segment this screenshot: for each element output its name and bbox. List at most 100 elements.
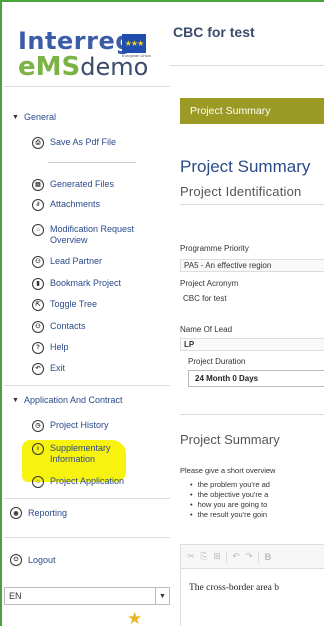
logout-label: Logout [28, 555, 56, 565]
sidebar-item-lead-partner[interactable]: ⚇ Lead Partner [32, 256, 102, 268]
redo-icon[interactable]: ↷ [245, 551, 253, 562]
lock-icon: ⌂ [32, 224, 44, 236]
editor-content[interactable]: The cross-border area b [189, 583, 279, 593]
sidebar-item-generated-files[interactable]: ▤ Generated Files [32, 179, 114, 191]
sidebar-divider [4, 537, 170, 538]
overview-bullets: the problem you're ad the objective you'… [198, 480, 270, 520]
chevron-down-icon[interactable]: ▼ [155, 588, 169, 604]
overview-instructions: Please give a short overview [180, 466, 276, 475]
header-divider [170, 65, 324, 66]
sidebar-item-exit[interactable]: ↶ Exit [32, 363, 65, 375]
reporting-icon: ◉ [10, 507, 22, 519]
section-general[interactable]: ▼ General [12, 112, 56, 122]
power-icon: ⏻ [10, 554, 22, 566]
list-item: the problem you're ad [198, 480, 270, 490]
logo-interreg-text: Interreg [18, 27, 133, 55]
sidebar-item-label: Project Application [50, 476, 125, 486]
programme-priority-field: PA5 - An effective region [180, 259, 324, 272]
sidebar-item-label: Lead Partner [50, 256, 103, 266]
toolbar-separator [226, 550, 227, 563]
page-title: CBC for test [173, 24, 255, 40]
sidebar-item-label: Bookmark Project [50, 278, 122, 288]
bookmark-icon: ▮ [32, 278, 44, 290]
sidebar-item-label: Generated Files [50, 179, 115, 189]
sidebar-item-label: Modification Request Overview [50, 224, 135, 245]
copy-icon[interactable]: ⎘ [200, 551, 208, 562]
sidebar-divider [4, 498, 170, 499]
project-duration-label: Project Duration [188, 357, 246, 366]
printer-icon: ⎙ [32, 137, 44, 149]
info-icon: ı [32, 443, 44, 455]
sidebar: Interreg ★★★ European Union eMSdemo ▼ Ge… [2, 2, 170, 626]
person-icon: ⚇ [32, 256, 44, 268]
sidebar-item-toggle-tree[interactable]: ⇱ Toggle Tree [32, 299, 97, 311]
toolbar-separator [258, 550, 259, 563]
triangle-down-icon: ▼ [12, 113, 19, 121]
exit-icon: ↶ [32, 363, 44, 375]
sidebar-divider [4, 86, 170, 87]
name-of-lead-field: LP [180, 338, 324, 351]
section-heading: Project Summary [180, 157, 311, 176]
sidebar-divider [4, 385, 170, 386]
sidebar-item-label: Reporting [28, 508, 68, 518]
star-icon: ★ [127, 609, 143, 626]
project-acronym-label: Project Acronym [180, 279, 239, 288]
project-summary-button[interactable]: Project Summary [180, 98, 324, 124]
sidebar-item-help[interactable]: ? Help [32, 342, 69, 354]
sidebar-item-contacts[interactable]: ⚇ Contacts [32, 321, 86, 333]
programme-priority-label: Programme Priority [180, 244, 249, 253]
project-summary-heading: Project Summary [180, 432, 280, 447]
ems-logo[interactable]: Interreg ★★★ European Union eMSdemo [18, 27, 151, 80]
list-item: how you are going to [198, 500, 270, 510]
sidebar-item-label: Contacts [50, 321, 86, 331]
project-duration-field: 24 Month 0 Days [188, 370, 324, 387]
cut-icon[interactable]: ✂ [187, 551, 195, 562]
logo-ems-word: eMS [18, 52, 81, 82]
logo-ems-text: eMSdemo [18, 54, 148, 84]
sidebar-item-project-history[interactable]: ◷ Project History [32, 420, 109, 432]
language-select[interactable]: EN ▼ [4, 587, 170, 605]
eu-flag-icon: ★★★ [122, 34, 146, 53]
language-select-value: EN [9, 591, 22, 601]
folder-icon: ▤ [32, 179, 44, 191]
list-item: the result you're goin [198, 510, 270, 520]
sidebar-separator [48, 162, 136, 163]
sidebar-item-label: Exit [50, 363, 66, 373]
person-icon: ⚇ [32, 321, 44, 333]
sidebar-item-label: Project History [50, 420, 109, 430]
editor-toolbar: ✂ ⎘ ⊞ ↶ ↷ B [181, 545, 324, 569]
sidebar-item-label: Attachments [50, 199, 101, 209]
section-subheading: Project Identification [180, 184, 302, 199]
paperclip-icon: ∂ [32, 199, 44, 211]
triangle-down-icon: ▼ [12, 396, 19, 404]
project-acronym-field: CBC for test [180, 292, 324, 305]
sidebar-item-supplementary-information[interactable]: ı Supplementary Information [32, 443, 154, 465]
subheading-divider [180, 204, 324, 205]
question-icon: ? [32, 342, 44, 354]
sidebar-item-bookmark-project[interactable]: ▮ Bookmark Project [32, 278, 121, 290]
sidebar-item-modification-request[interactable]: ⌂ Modification Request Overview [32, 224, 154, 246]
section-divider [180, 414, 324, 415]
sidebar-item-reporting[interactable]: ◉ Reporting [10, 507, 67, 519]
undo-icon[interactable]: ↶ [232, 551, 240, 562]
rich-text-editor[interactable]: ✂ ⎘ ⊞ ↶ ↷ B The cross-border area b [180, 544, 324, 626]
history-icon: ◷ [32, 420, 44, 432]
main-content: CBC for test Project Summary Project Sum… [170, 2, 324, 626]
paste-icon[interactable]: ⊞ [213, 551, 221, 562]
list-item: the objective you're a [198, 490, 270, 500]
section-application-contract-label: Application And Contract [23, 395, 123, 405]
section-general-label: General [23, 112, 56, 122]
lock-icon: ⌂ [32, 476, 44, 488]
sidebar-item-label: Supplementary Information [50, 443, 111, 464]
section-application-contract[interactable]: ▼ Application And Contract [12, 395, 123, 405]
sidebar-item-attachments[interactable]: ∂ Attachments [32, 199, 100, 211]
sidebar-item-label: Help [50, 342, 69, 352]
sidebar-item-label: Save As Pdf File [50, 137, 117, 147]
bold-button[interactable]: B [264, 552, 272, 562]
share-icon: ⇱ [32, 299, 44, 311]
sidebar-item-save-pdf[interactable]: ⎙ Save As Pdf File [32, 137, 116, 149]
logout-button[interactable]: ⏻ Logout [10, 554, 56, 566]
logo-demo-word: demo [80, 53, 149, 81]
sidebar-item-project-application[interactable]: ⌂ Project Application [32, 476, 124, 488]
name-of-lead-label: Name Of Lead [180, 325, 233, 334]
